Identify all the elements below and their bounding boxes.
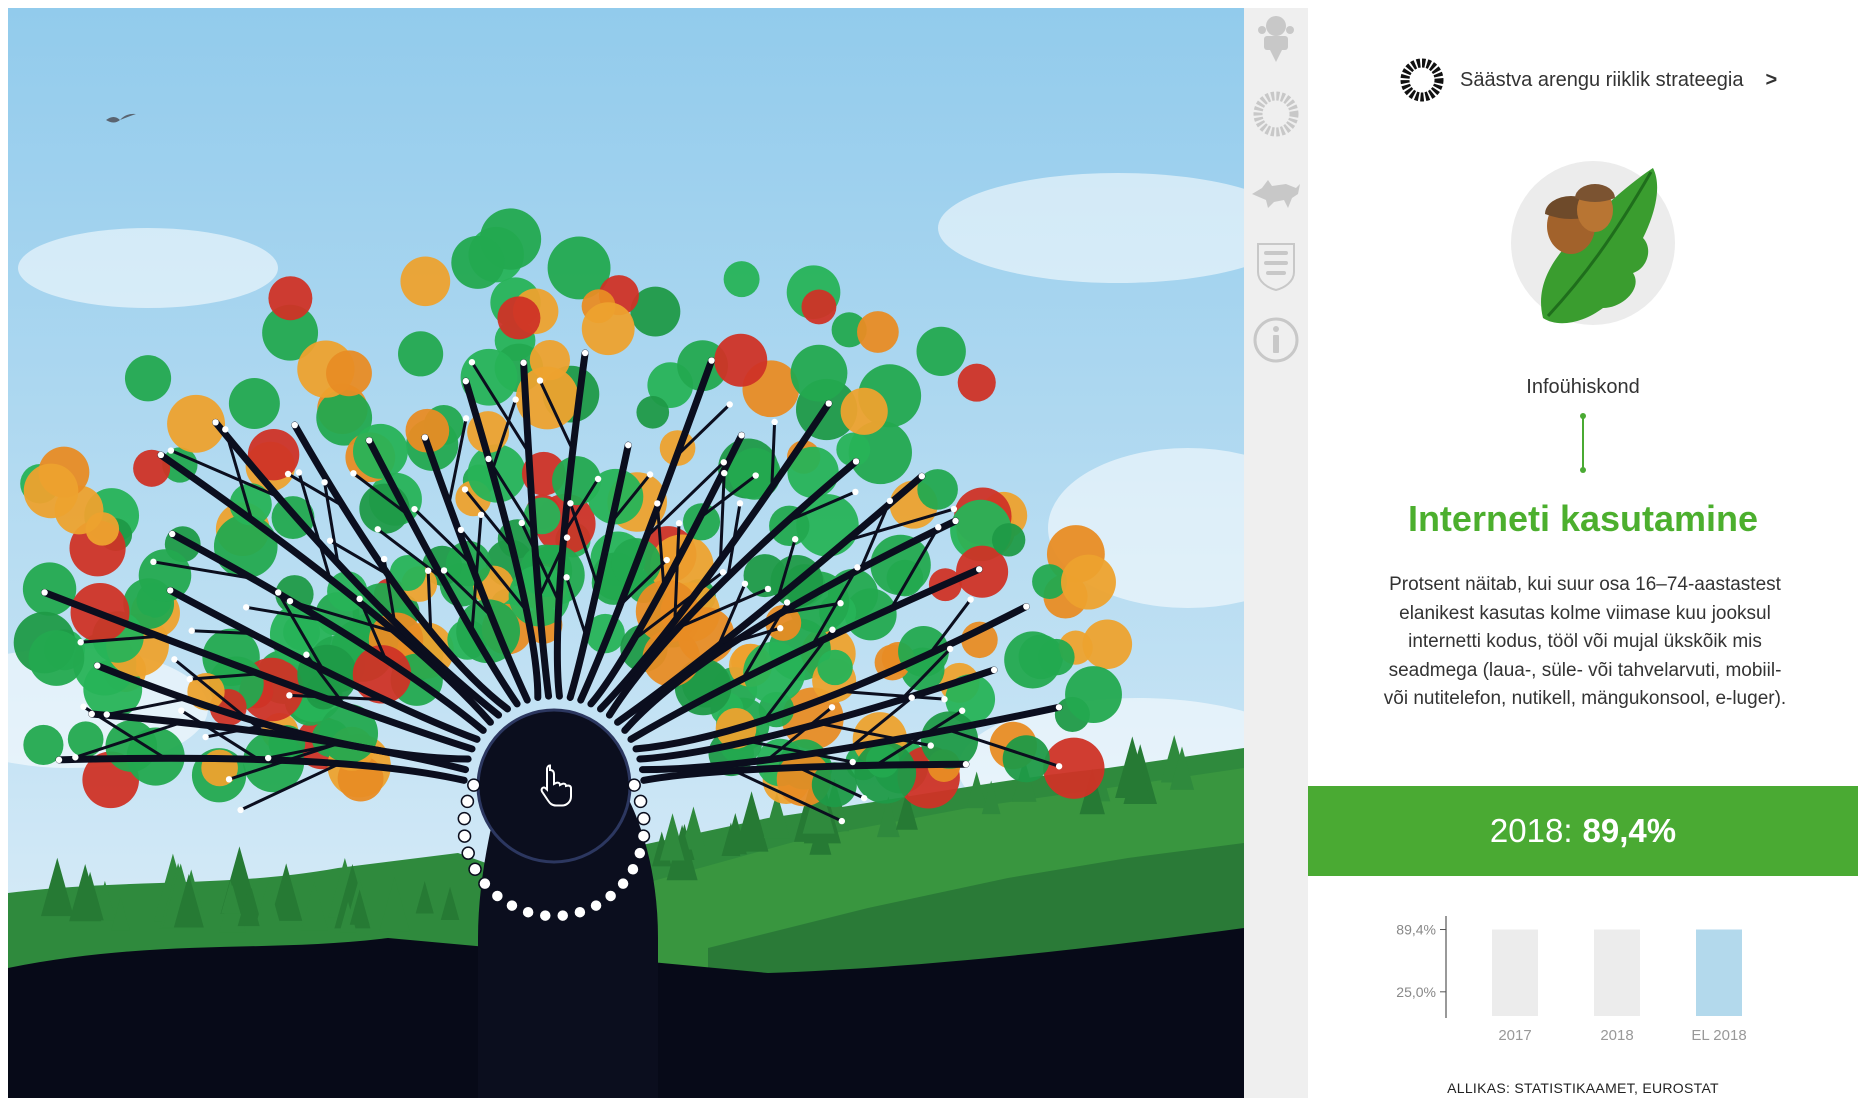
indicator-description: Protsent näitab, kui suur osa 16–74-aast… xyxy=(1383,574,1787,709)
bar-2018 xyxy=(1594,929,1640,1016)
estonian-lions-icon[interactable] xyxy=(1250,240,1302,292)
bar-el-2018 xyxy=(1696,929,1742,1016)
info-icon[interactable] xyxy=(1250,314,1302,366)
value-number: 89,4% xyxy=(1582,812,1677,849)
indicator-tree-scene xyxy=(8,8,1244,1098)
y-tick-label: 25,0% xyxy=(1396,984,1436,1000)
trunk-hub-button[interactable] xyxy=(476,708,632,864)
strategy-ring-icon xyxy=(1400,58,1444,102)
comparison-bar-chart: 89,4% 25,0% 2017 2018 EL 2018 xyxy=(1396,916,1747,1044)
data-source: ALLIKAS: STATISTIKAAMET, EUROSTAT xyxy=(1447,1080,1719,1096)
navigation-strip xyxy=(1244,8,1308,1098)
strategy-link[interactable]: Säästva arengu riiklik strateegia > xyxy=(1398,56,1777,104)
acorn-oak-leaf-icon xyxy=(1511,161,1675,325)
x-tick-label: 2017 xyxy=(1498,1027,1531,1044)
strategy-link-label: Säästva arengu riiklik strateegia xyxy=(1460,68,1744,91)
value-year: 2018: xyxy=(1489,812,1573,849)
coat-of-arms-icon[interactable] xyxy=(1250,12,1302,64)
indicator-category: Infoühiskond xyxy=(1526,376,1640,398)
x-tick-label: 2018 xyxy=(1600,1027,1633,1044)
current-value-banner: 2018: 89,4% xyxy=(1308,786,1858,876)
indicator-title: Interneti kasutamine xyxy=(1407,498,1759,539)
x-tick-label: EL 2018 xyxy=(1691,1027,1746,1044)
category-connector xyxy=(1580,413,1586,473)
chevron-right-icon: > xyxy=(1765,68,1778,91)
indicator-panel: Säästva arengu riiklik strateegia > Info… xyxy=(1308,8,1858,1098)
oak-tree-illustration xyxy=(8,8,1244,1098)
bar-2017 xyxy=(1492,929,1538,1016)
y-tick-label: 89,4% xyxy=(1396,922,1436,938)
wolf-icon[interactable] xyxy=(1250,166,1302,218)
strategy-ring-icon[interactable] xyxy=(1250,88,1302,140)
